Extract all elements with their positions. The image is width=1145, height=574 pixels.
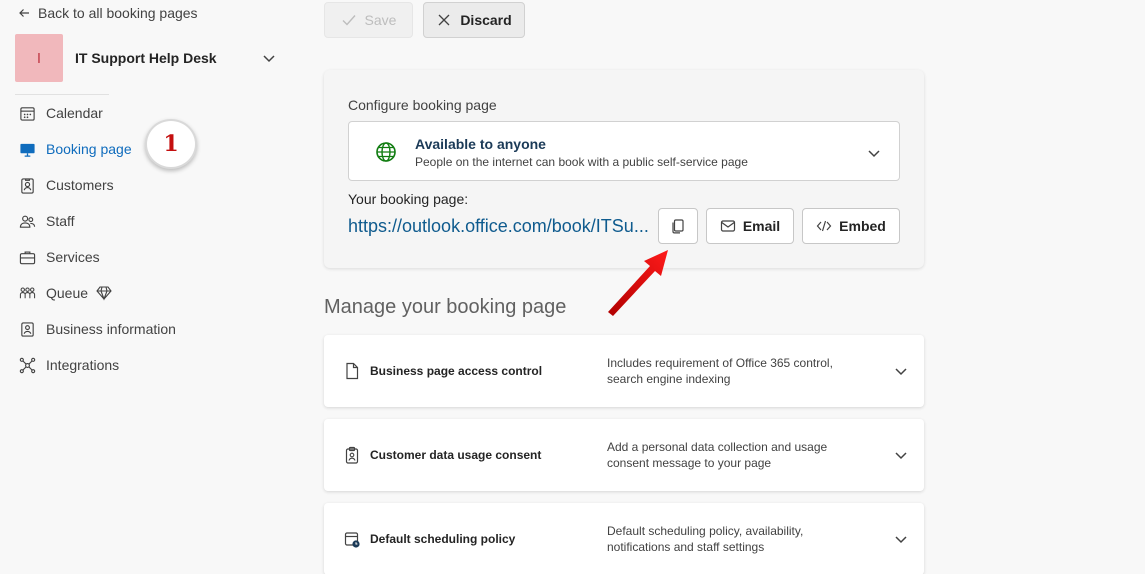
card-title: Customer data usage consent (370, 448, 542, 462)
sidebar-item-services[interactable]: Services (18, 239, 288, 275)
checkmark-icon (342, 15, 356, 26)
sidebar-item-label: Queue (46, 285, 89, 301)
step-number: 1 (163, 131, 179, 157)
chevron-down-icon (895, 368, 907, 376)
back-link-label: Back to all booking pages (38, 5, 198, 21)
availability-dropdown[interactable]: Available to anyone People on the intern… (348, 121, 900, 181)
booking-page-url[interactable]: https://outlook.office.com/book/ITSu... (348, 216, 649, 237)
sidebar-item-queue[interactable]: Queue (18, 275, 288, 311)
customer-data-consent-card[interactable]: Customer data usage consent Add a person… (324, 419, 924, 491)
card-title: Default scheduling policy (370, 532, 516, 546)
discard-label: Discard (460, 12, 512, 28)
chevron-down-icon[interactable] (261, 50, 277, 66)
people-icon (18, 212, 36, 230)
business-page-access-card[interactable]: Business page access control Includes re… (324, 335, 924, 407)
sidebar-item-label: Staff (46, 213, 75, 229)
annotation-arrow-icon (608, 250, 668, 316)
card-description: Add a personal data collection and usage… (607, 440, 828, 470)
embed-label: Embed (839, 218, 886, 234)
sidebar-item-label: Integrations (46, 357, 120, 373)
chevron-down-icon (895, 536, 907, 544)
availability-subtitle: People on the internet can book with a p… (415, 155, 748, 169)
default-scheduling-policy-card[interactable]: Default scheduling policy Default schedu… (324, 503, 924, 574)
code-icon (816, 220, 832, 232)
business-name: IT Support Help Desk (75, 50, 217, 66)
arrow-left-icon (19, 9, 29, 17)
globe-icon (376, 142, 396, 162)
diamond-premium-icon (96, 286, 112, 301)
sidebar: Back to all booking pages I IT Support H… (0, 0, 300, 574)
save-label: Save (364, 12, 397, 28)
sidebar-item-label: Customers (46, 177, 114, 193)
contact-card-icon (18, 176, 36, 194)
your-booking-page-label: Your booking page: (348, 191, 469, 207)
email-label: Email (742, 218, 781, 234)
avatar: I (15, 34, 63, 82)
document-icon (346, 362, 359, 380)
sidebar-item-staff[interactable]: Staff (18, 203, 288, 239)
clipboard-icon (345, 446, 359, 464)
card-description: Includes requirement of Office 365 contr… (607, 356, 833, 386)
mail-icon (720, 220, 735, 232)
embed-button[interactable]: Embed (802, 208, 900, 244)
configure-title: Configure booking page (348, 97, 497, 113)
network-icon (18, 356, 36, 374)
availability-title: Available to anyone (415, 136, 546, 152)
copy-icon (672, 219, 684, 234)
discard-button[interactable]: Discard (423, 2, 525, 38)
close-icon (438, 14, 450, 26)
calendar-icon (18, 104, 36, 122)
briefcase-icon (18, 248, 36, 266)
step-annotation-badge: 1 (145, 119, 197, 169)
sidebar-item-business-information[interactable]: Business information (18, 311, 288, 347)
card-title: Business page access control (370, 364, 543, 378)
copy-link-button[interactable] (658, 208, 698, 244)
back-link[interactable]: Back to all booking pages (18, 5, 198, 21)
sidebar-item-customers[interactable]: Customers (18, 167, 288, 203)
sidebar-item-label: Services (46, 249, 100, 265)
sidebar-item-label: Business information (46, 321, 176, 337)
sidebar-item-integrations[interactable]: Integrations (18, 347, 288, 383)
email-button[interactable]: Email (706, 208, 794, 244)
sidebar-item-label: Calendar (46, 105, 103, 121)
configure-booking-card: Configure booking page Available to anyo… (324, 70, 924, 268)
calendar-clock-icon (344, 532, 360, 548)
business-selector[interactable]: I IT Support Help Desk (15, 34, 285, 82)
sidebar-item-label: Booking page (46, 141, 132, 157)
chevron-down-icon (868, 150, 880, 158)
chevron-down-icon (895, 452, 907, 460)
save-button[interactable]: Save (324, 2, 413, 38)
building-icon (18, 320, 36, 338)
manage-section-title: Manage your booking page (324, 296, 567, 318)
monitor-icon (18, 140, 36, 158)
card-description: Default scheduling policy, availability,… (607, 524, 804, 554)
people-queue-icon (18, 284, 36, 302)
